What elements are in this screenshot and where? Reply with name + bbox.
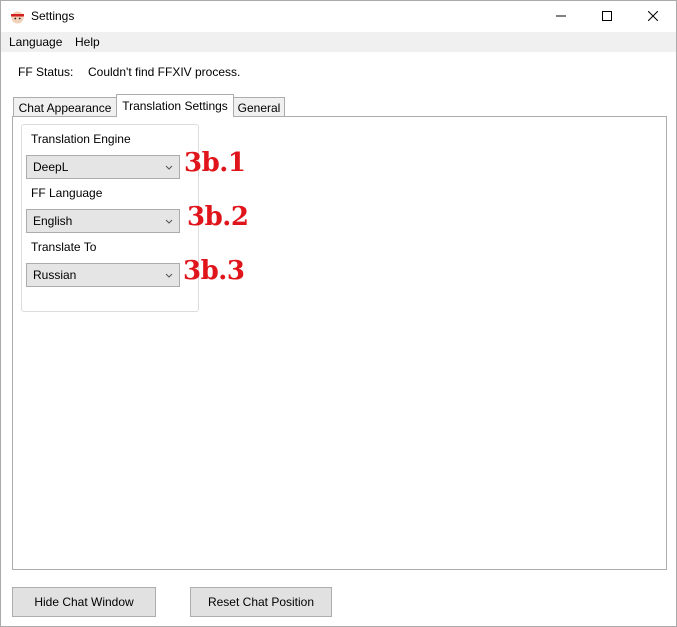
close-icon xyxy=(647,10,659,24)
window-title: Settings xyxy=(31,9,75,23)
title-bar[interactable]: Settings xyxy=(1,1,676,32)
translation-engine-value: DeepL xyxy=(33,160,69,174)
menu-language[interactable]: Language xyxy=(9,35,62,49)
chevron-down-icon xyxy=(165,268,173,282)
hide-chat-window-button[interactable]: Hide Chat Window xyxy=(12,587,156,617)
minimize-button[interactable] xyxy=(538,1,584,32)
ff-language-select[interactable]: English xyxy=(26,209,180,233)
ff-status-label: FF Status: xyxy=(18,65,74,79)
menu-bar: Language Help xyxy=(1,32,676,52)
chevron-down-icon xyxy=(165,160,173,174)
annotation-3b3: 3b.3 xyxy=(183,256,245,286)
annotation-3b2: 3b.2 xyxy=(187,202,249,232)
translate-to-value: Russian xyxy=(33,268,77,282)
ff-language-value: English xyxy=(33,214,73,228)
tab-translation-settings[interactable]: Translation Settings xyxy=(116,94,234,117)
maximize-button[interactable] xyxy=(584,1,630,32)
chevron-down-icon xyxy=(165,214,173,228)
translation-engine-select[interactable]: DeepL xyxy=(26,155,180,179)
tab-general[interactable]: General xyxy=(233,97,285,117)
reset-chat-position-button[interactable]: Reset Chat Position xyxy=(190,587,332,617)
close-button[interactable] xyxy=(630,1,676,32)
tab-chat-appearance[interactable]: Chat Appearance xyxy=(13,97,117,117)
ff-status-value: Couldn't find FFXIV process. xyxy=(88,65,241,79)
menu-help[interactable]: Help xyxy=(75,35,100,49)
maximize-icon xyxy=(602,10,612,24)
settings-window: Settings Language Help FF Status: Couldn… xyxy=(0,0,677,627)
annotation-3b1: 3b.1 xyxy=(184,148,246,178)
translate-to-select[interactable]: Russian xyxy=(26,263,180,287)
translation-engine-label: Translation Engine xyxy=(31,132,131,146)
app-icon xyxy=(9,8,26,25)
minimize-icon xyxy=(556,10,566,24)
translate-to-label: Translate To xyxy=(31,240,97,254)
ff-language-label: FF Language xyxy=(31,186,103,200)
